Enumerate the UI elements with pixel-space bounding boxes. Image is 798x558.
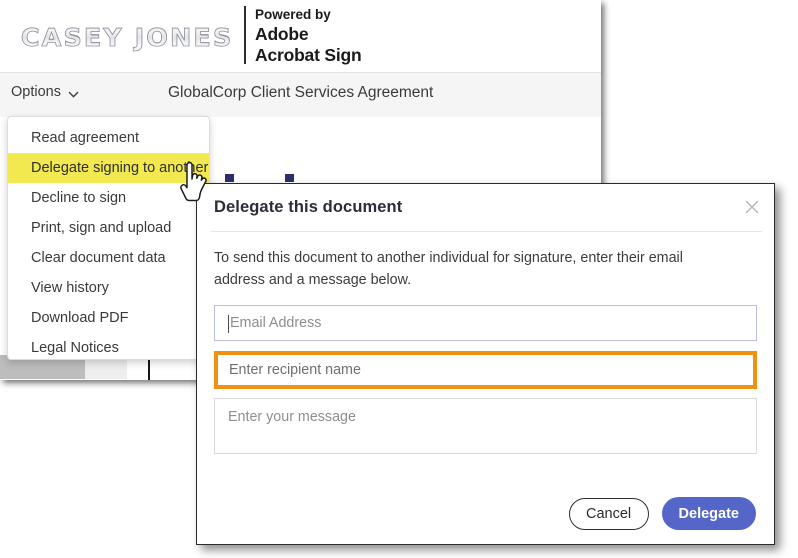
cancel-button[interactable]: Cancel — [568, 497, 649, 530]
brand-divider — [244, 6, 246, 64]
signature-marker — [225, 174, 234, 182]
menu-item-download-pdf[interactable]: Download PDF — [8, 303, 209, 333]
delegate-button[interactable]: Delegate — [661, 497, 756, 530]
menu-item-decline-to-sign[interactable]: Decline to sign — [8, 183, 209, 213]
dialog-instructions: To send this document to another individ… — [214, 250, 683, 288]
menu-item-clear-document-data[interactable]: Clear document data — [8, 243, 209, 273]
chevron-down-icon — [68, 87, 79, 98]
signature-marker — [285, 174, 294, 182]
text-caret — [228, 315, 229, 333]
casey-jones-logo: CASEY JONES — [16, 19, 238, 55]
close-icon[interactable] — [743, 198, 761, 216]
adobe-label: Adobe — [255, 24, 309, 44]
dialog-title: Delegate this document — [214, 198, 403, 216]
message-input-placeholder: Enter your message — [228, 409, 356, 425]
powered-by-label: Powered by — [255, 7, 331, 22]
dialog-footer: Cancel Delegate — [197, 497, 774, 530]
acrobat-sign-label: Acrobat Sign — [255, 45, 362, 65]
menu-item-view-history[interactable]: View history — [8, 273, 209, 303]
powered-by-block: Powered by Adobe Acrobat Sign — [255, 6, 455, 66]
email-input-placeholder: Email Address — [230, 315, 322, 331]
menu-item-delegate-signing[interactable]: Delegate signing to another — [8, 153, 209, 183]
options-button-label: Options — [11, 84, 61, 100]
delegate-document-dialog: Delegate this document To send this docu… — [196, 183, 775, 545]
dialog-header: Delegate this document — [197, 184, 774, 231]
message-field-wrapper: Enter your message — [214, 398, 757, 454]
email-field-wrapper: Email Address — [214, 305, 757, 341]
options-dropdown-menu[interactable]: Read agreement Delegate signing to anoth… — [7, 116, 210, 360]
options-button[interactable]: Options — [11, 84, 79, 100]
email-input[interactable]: Email Address — [214, 305, 757, 341]
recipient-name-focus-ring: Enter recipient name — [214, 351, 757, 389]
recipient-name-input[interactable]: Enter recipient name — [218, 355, 753, 385]
menu-item-legal-notices[interactable]: Legal Notices — [8, 333, 209, 363]
page-title: GlobalCorp Client Services Agreement — [168, 84, 434, 101]
menu-item-read-agreement[interactable]: Read agreement — [8, 123, 209, 153]
recipient-name-placeholder: Enter recipient name — [229, 362, 361, 378]
recipient-name-field-wrapper: Enter recipient name — [214, 351, 757, 389]
dialog-body: To send this document to another individ… — [197, 232, 774, 454]
menu-item-print-sign-upload[interactable]: Print, sign and upload — [8, 213, 209, 243]
document-toolbar: Options GlobalCorp Client Services Agree… — [0, 72, 601, 119]
brand-bar: CASEY JONES Powered by Adobe Acrobat Sig… — [0, 0, 601, 72]
logo-text: CASEY JONES — [20, 22, 234, 52]
message-input[interactable]: Enter your message — [214, 398, 757, 454]
